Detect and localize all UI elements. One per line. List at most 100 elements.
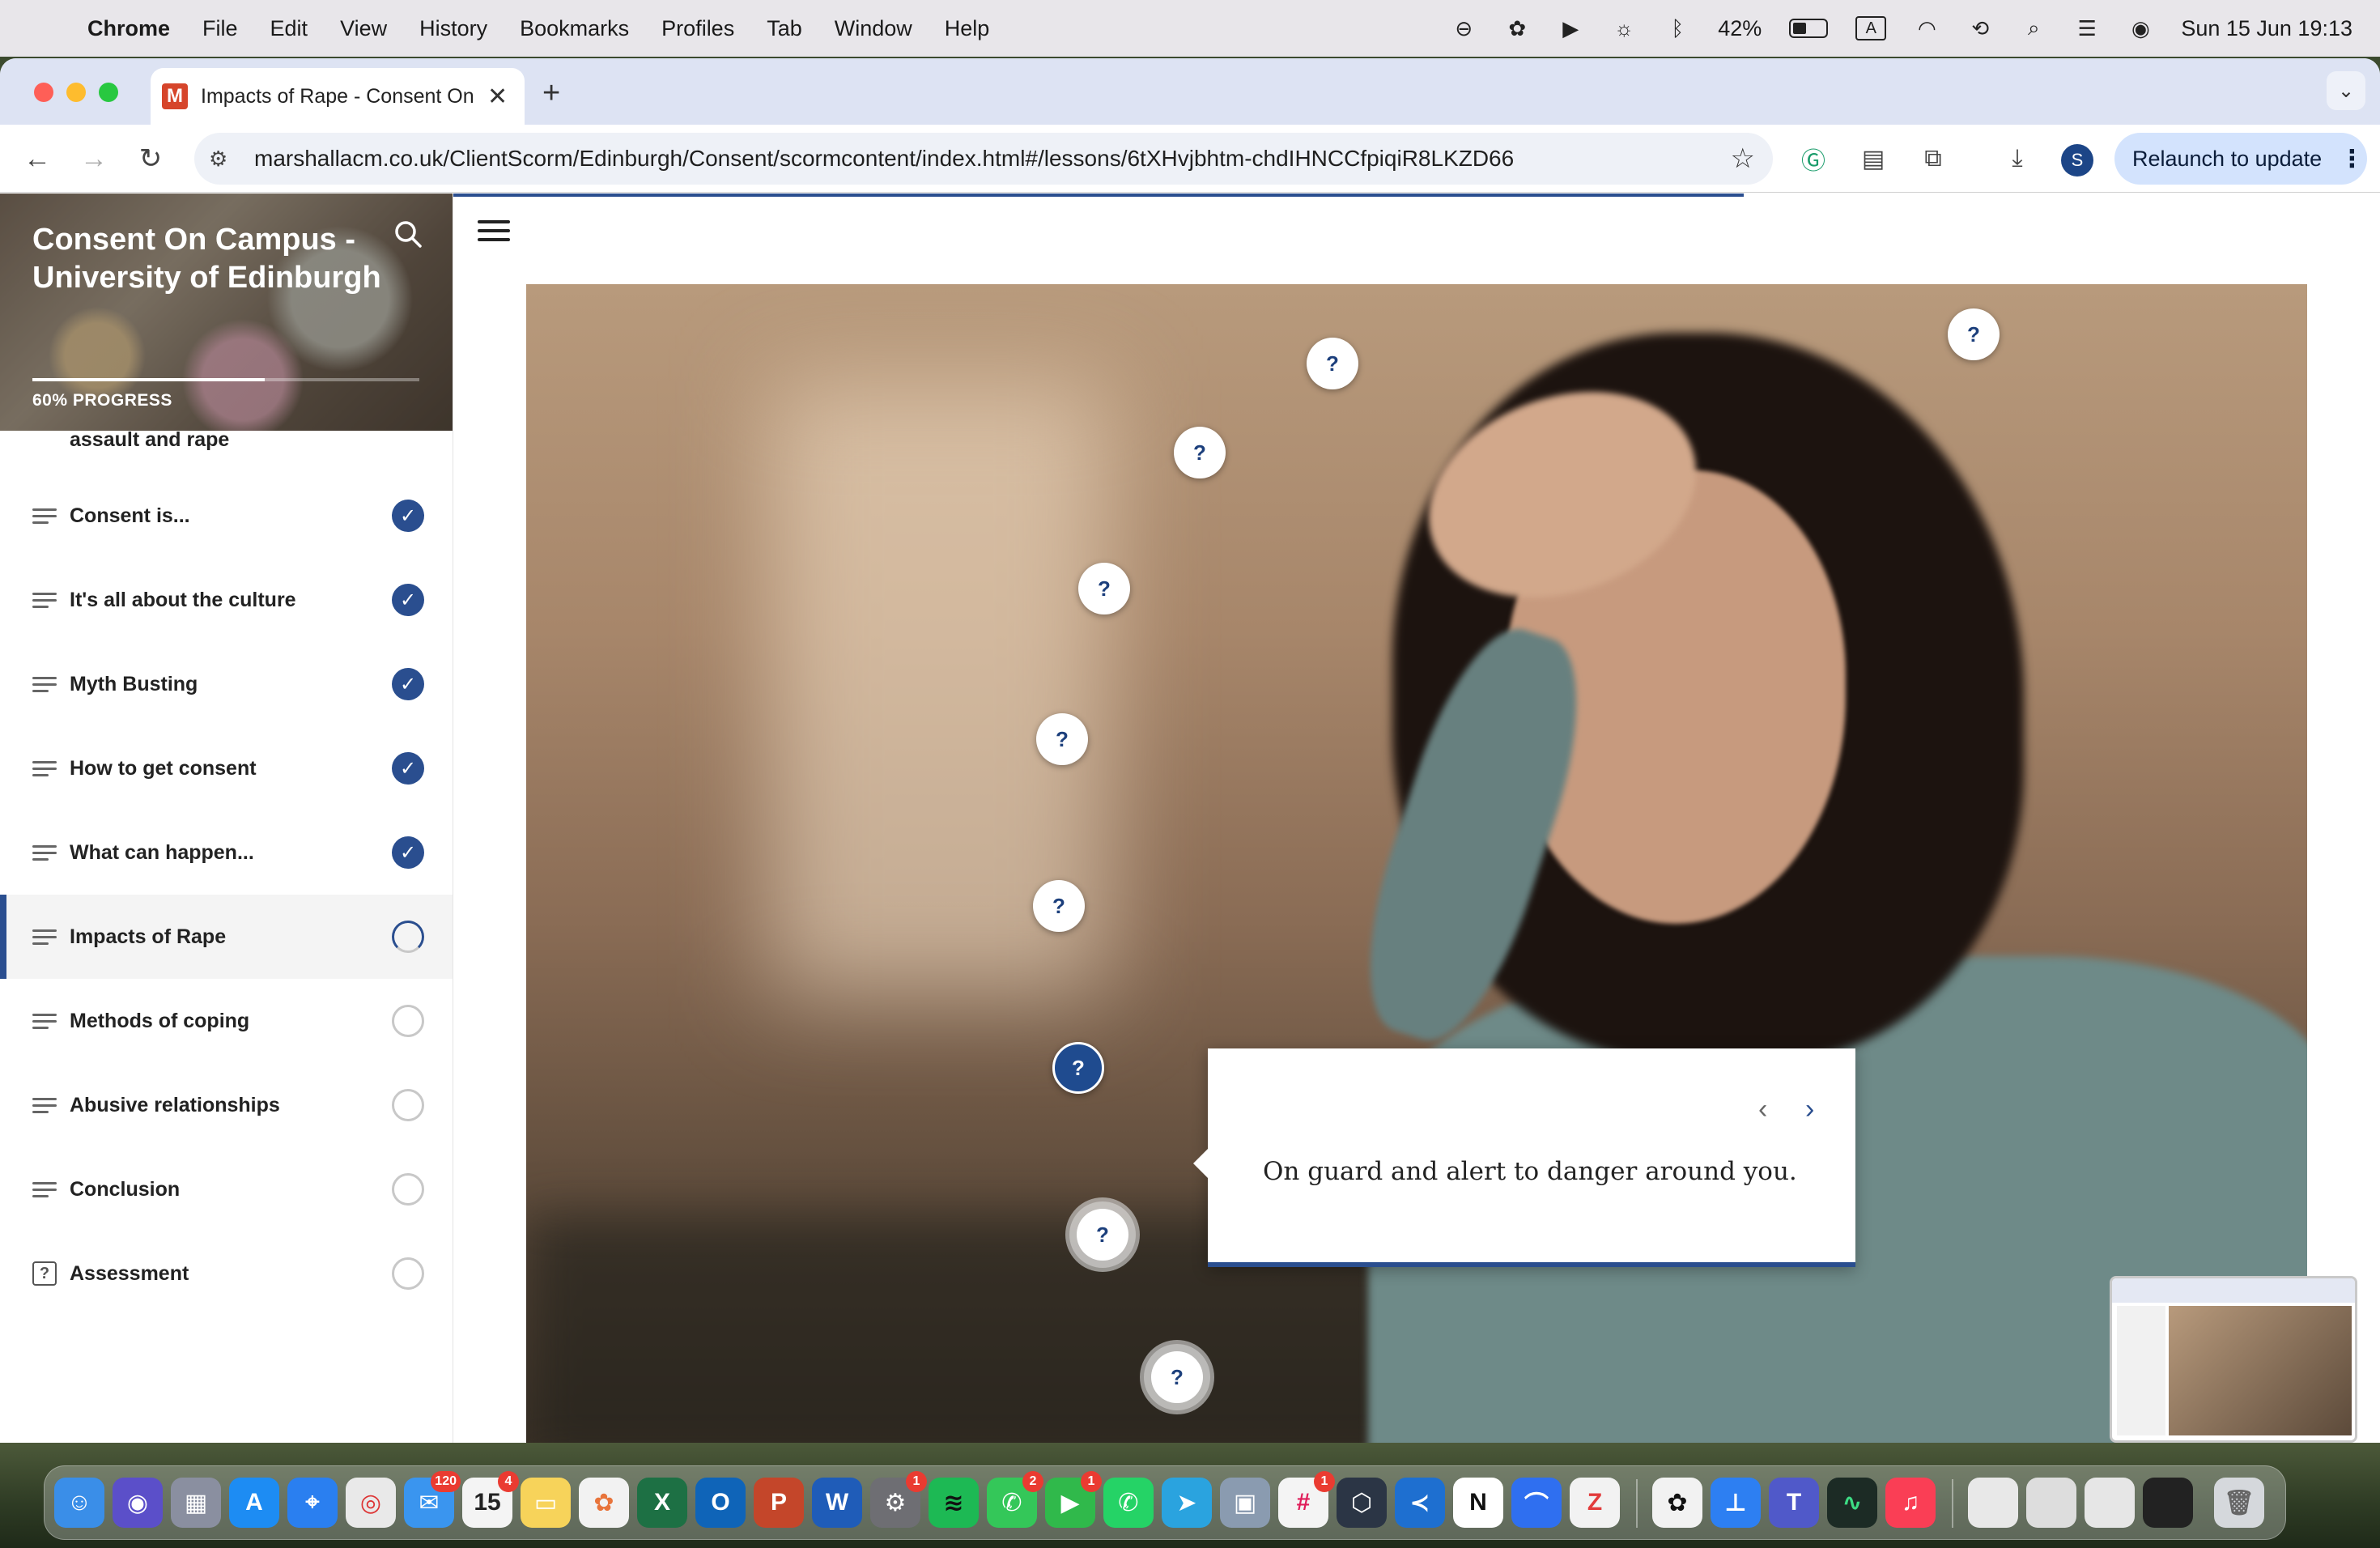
chrome-icon[interactable]: ◎ bbox=[346, 1478, 396, 1528]
menu-edit[interactable]: Edit bbox=[270, 16, 308, 41]
screen-recording-thumbnail[interactable] bbox=[2110, 1276, 2357, 1443]
siri-icon[interactable]: ◉ bbox=[113, 1478, 163, 1528]
notes-icon[interactable]: ▭ bbox=[521, 1478, 571, 1528]
vscode-icon[interactable]: ≺ bbox=[1395, 1478, 1445, 1528]
forward-arrow-icon[interactable]: → bbox=[74, 139, 113, 178]
address-bar[interactable]: ⚙ marshallacm.co.uk/ClientScorm/Edinburg… bbox=[194, 133, 1773, 185]
launchpad-icon[interactable]: ▦ bbox=[171, 1478, 221, 1528]
excel-icon[interactable]: X bbox=[637, 1478, 687, 1528]
reading-mode-icon[interactable]: ▤ bbox=[1857, 142, 1889, 175]
minimized-window-thumbnail[interactable] bbox=[1968, 1478, 2018, 1528]
hotspot-marker[interactable]: ? bbox=[1078, 563, 1130, 615]
arc-icon[interactable]: ⌒ bbox=[1511, 1478, 1562, 1528]
safari-icon[interactable]: ⌖ bbox=[287, 1478, 338, 1528]
wifi-icon[interactable]: ◠ bbox=[1914, 15, 1940, 41]
app-store-icon[interactable]: A bbox=[229, 1478, 279, 1528]
do-not-disturb-icon[interactable]: ⊖ bbox=[1451, 15, 1477, 41]
facetime-icon[interactable]: ▶ 1 bbox=[1045, 1471, 1102, 1528]
menu-file[interactable]: File bbox=[202, 16, 238, 41]
input-source-icon[interactable]: A bbox=[1855, 16, 1887, 40]
hamburger-menu-icon[interactable] bbox=[478, 215, 510, 247]
mail-icon[interactable]: ✉ 120 bbox=[404, 1471, 461, 1528]
tab-active[interactable]: M Impacts of Rape - Consent On Campus - … bbox=[151, 68, 525, 125]
lesson-item-consent-is[interactable]: Consent is... ✓ bbox=[0, 474, 453, 558]
grammarly-extension-icon[interactable]: Ⓖ bbox=[1797, 142, 1830, 175]
keynote-icon[interactable]: ⊥ bbox=[1711, 1478, 1761, 1528]
powerpoint-icon[interactable]: P bbox=[754, 1478, 804, 1528]
tab-close-icon[interactable]: ✕ bbox=[487, 83, 508, 111]
close-window-button[interactable] bbox=[34, 83, 53, 102]
music-icon[interactable]: ♫ bbox=[1885, 1478, 1936, 1528]
new-tab-button[interactable]: + bbox=[542, 76, 560, 111]
hotspot-marker[interactable]: ? bbox=[1033, 880, 1085, 932]
back-arrow-icon[interactable]: ← bbox=[18, 139, 57, 178]
brightness-icon[interactable]: ☼ bbox=[1611, 15, 1637, 41]
downloads-icon[interactable]: ⤓ bbox=[2001, 142, 2034, 175]
notion-icon[interactable]: N bbox=[1453, 1478, 1503, 1528]
menu-bookmarks[interactable]: Bookmarks bbox=[520, 16, 629, 41]
menu-view[interactable]: View bbox=[340, 16, 387, 41]
hotspot-marker[interactable]: ? bbox=[1948, 308, 2000, 360]
menu-clock[interactable]: Sun 15 Jun 19:13 bbox=[2181, 16, 2352, 41]
cursor-icon[interactable]: ⬡ bbox=[1337, 1478, 1387, 1528]
relaunch-to-update-button[interactable]: Relaunch to update ⋮ bbox=[2114, 133, 2367, 185]
preview-icon[interactable]: ▣ bbox=[1220, 1478, 1270, 1528]
spotlight-search-icon[interactable]: ⌕ bbox=[2021, 15, 2046, 41]
menu-window[interactable]: Window bbox=[835, 16, 912, 41]
url-text[interactable]: marshallacm.co.uk/ClientScorm/Edinburgh/… bbox=[254, 146, 1514, 172]
lesson-item-assessment[interactable]: ? Assessment bbox=[0, 1231, 453, 1316]
system-settings-icon[interactable]: ⚙ 1 bbox=[870, 1471, 927, 1528]
lesson-item-conclusion[interactable]: Conclusion bbox=[0, 1147, 453, 1231]
lesson-item-what-can-happen[interactable]: What can happen... ✓ bbox=[0, 810, 453, 895]
hotspot-marker[interactable]: ? bbox=[1036, 713, 1088, 765]
chatgpt-icon[interactable]: ✿ bbox=[1652, 1478, 1702, 1528]
minimized-window-thumbnail[interactable] bbox=[2143, 1478, 2193, 1528]
teams-icon[interactable]: T bbox=[1769, 1478, 1819, 1528]
menu-tab[interactable]: Tab bbox=[767, 16, 802, 41]
chrome-menu-icon[interactable]: ⋮ bbox=[2340, 145, 2364, 173]
battery-icon[interactable] bbox=[1789, 19, 1829, 38]
siri-icon[interactable]: ◉ bbox=[2127, 15, 2153, 41]
menu-profiles[interactable]: Profiles bbox=[661, 16, 734, 41]
whatsapp-icon[interactable]: ✆ bbox=[1103, 1478, 1154, 1528]
hotspot-marker[interactable]: ? bbox=[1174, 427, 1226, 478]
minimized-window-thumbnail[interactable] bbox=[2085, 1478, 2135, 1528]
bluetooth-icon[interactable]: ᛒ bbox=[1664, 15, 1690, 41]
lesson-item-myth-busting[interactable]: Myth Busting ✓ bbox=[0, 642, 453, 726]
hotspot-marker[interactable]: ? bbox=[1307, 338, 1358, 389]
next-chevron-icon[interactable]: › bbox=[1805, 1094, 1814, 1125]
search-icon[interactable] bbox=[392, 218, 424, 250]
menu-help[interactable]: Help bbox=[945, 16, 990, 41]
zotero-icon[interactable]: Z bbox=[1570, 1478, 1620, 1528]
lesson-item-abusive-relationships[interactable]: Abusive relationships bbox=[0, 1063, 453, 1147]
calendar-icon[interactable]: 15 4 bbox=[462, 1471, 519, 1528]
menu-history[interactable]: History bbox=[419, 16, 487, 41]
outlook-icon[interactable]: O bbox=[695, 1478, 746, 1528]
minimized-window-thumbnail[interactable] bbox=[2026, 1478, 2076, 1528]
slack-icon[interactable]: #1 bbox=[1278, 1471, 1335, 1528]
activity-monitor-icon[interactable]: ∿ bbox=[1827, 1478, 1877, 1528]
openai-icon[interactable]: ✿ bbox=[1504, 15, 1530, 41]
hotspot-marker-pulsing[interactable]: ? bbox=[1151, 1351, 1203, 1403]
telegram-icon[interactable]: ➤ bbox=[1162, 1478, 1212, 1528]
extensions-puzzle-icon[interactable]: ⧉ bbox=[1917, 142, 1949, 175]
menu-app-name[interactable]: Chrome bbox=[87, 16, 170, 41]
profile-avatar[interactable]: S bbox=[2061, 144, 2093, 176]
photos-icon[interactable]: ✿ bbox=[579, 1478, 629, 1528]
spotify-icon[interactable]: ≋ bbox=[929, 1478, 979, 1528]
previous-chevron-icon[interactable]: ‹ bbox=[1758, 1094, 1767, 1125]
lesson-item-methods-of-coping[interactable]: Methods of coping bbox=[0, 979, 453, 1063]
time-machine-icon[interactable]: ⟲ bbox=[1967, 15, 1993, 41]
lesson-item-culture[interactable]: It's all about the culture ✓ bbox=[0, 558, 453, 642]
trash-icon[interactable]: 🗑 bbox=[2214, 1478, 2264, 1528]
tab-search-chevron-icon[interactable]: ⌄ bbox=[2327, 71, 2365, 110]
lesson-partial-label[interactable]: assault and rape bbox=[70, 428, 229, 452]
reload-icon[interactable]: ↻ bbox=[131, 139, 170, 178]
word-icon[interactable]: W bbox=[812, 1478, 862, 1528]
hotspot-marker-pulsing[interactable]: ? bbox=[1077, 1209, 1128, 1261]
play-icon[interactable]: ▶ bbox=[1558, 15, 1583, 41]
hotspot-marker-active[interactable]: ? bbox=[1052, 1042, 1104, 1094]
minimize-window-button[interactable] bbox=[66, 83, 86, 102]
lesson-item-impacts-of-rape[interactable]: Impacts of Rape bbox=[0, 895, 453, 979]
messages-icon[interactable]: ✆ 2 bbox=[987, 1471, 1043, 1528]
